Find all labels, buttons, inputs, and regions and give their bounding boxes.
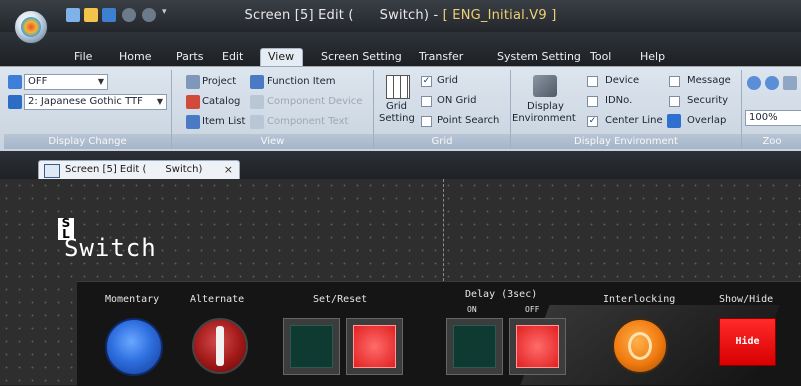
group-label-view: View [172, 134, 373, 149]
component-device-button[interactable]: Component Device [267, 96, 362, 107]
screen-title[interactable]: Switch [64, 234, 157, 262]
tab-transfer[interactable]: Transfer [419, 50, 463, 63]
zoom-out-icon[interactable] [765, 76, 779, 90]
group-display-environment: Display Environment Device IDNo. ✓ Cente… [511, 70, 742, 149]
label-delay-off: OFF [525, 305, 540, 314]
label-alternate: Alternate [190, 294, 245, 305]
project-button[interactable]: Project [202, 76, 236, 87]
point-search-checkbox[interactable] [421, 116, 432, 127]
point-search-label: Point Search [437, 115, 500, 126]
application-menu-button[interactable] [14, 10, 48, 44]
on-grid-checkbox[interactable] [421, 96, 432, 107]
grid-setting-icon [386, 75, 410, 99]
tab-home[interactable]: Home [119, 50, 151, 63]
selector-ring-icon [628, 332, 652, 360]
message-label: Message [687, 75, 731, 86]
group-label-display-environment: Display Environment [511, 134, 741, 149]
label-show-hide: Show/Hide [719, 294, 774, 305]
group-view: Project Catalog Item List Function Item … [172, 70, 374, 149]
window-title: Screen [5] Edit ( Switch) - [ ENG_Initia… [244, 8, 557, 23]
momentary-switch[interactable] [105, 318, 163, 376]
idno-checkbox[interactable] [587, 96, 598, 107]
screen-edit-icon [44, 164, 60, 178]
display-env-label-1[interactable]: Display [527, 101, 564, 112]
set-button[interactable] [283, 318, 340, 375]
tab-screen-setting[interactable]: Screen Setting [321, 50, 402, 63]
set-lamp [290, 325, 333, 368]
function-item-button[interactable]: Function Item [267, 76, 335, 87]
grid-setting-label-1[interactable]: Grid [386, 101, 407, 112]
font-combo[interactable]: 2: Japanese Gothic TTF ▼ [24, 94, 167, 110]
zoom-combo[interactable]: 100% [745, 110, 801, 126]
label-delay-on: ON [467, 305, 477, 314]
idno-label: IDNo. [605, 95, 633, 106]
group-zoom: 100% Zoo [742, 70, 801, 149]
security-label: Security [687, 95, 729, 106]
on-grid-label: ON Grid [437, 95, 477, 106]
project-icon [186, 75, 200, 89]
display-environment-icon [533, 75, 557, 97]
center-line-checkbox[interactable]: ✓ [587, 116, 598, 127]
label-momentary: Momentary [105, 294, 160, 305]
zoom-fit-icon[interactable] [783, 76, 797, 90]
label-set-reset: Set/Reset [313, 294, 368, 305]
overlap-button[interactable]: Overlap [687, 115, 726, 126]
grid-checkbox-label: Grid [437, 75, 458, 86]
function-item-icon [250, 75, 264, 89]
zoom-in-icon[interactable] [747, 76, 761, 90]
item-list-icon [186, 115, 200, 129]
delay-off-lamp [516, 325, 559, 368]
app-logo-icon [21, 17, 41, 37]
interlocking-switch[interactable] [612, 318, 668, 374]
tab-view[interactable]: View [268, 50, 294, 63]
component-device-icon [250, 95, 264, 109]
ribbon-tab-bar: File Home Parts Edit View Screen Setting… [0, 32, 801, 67]
catalog-button[interactable]: Catalog [202, 96, 240, 107]
display-state-icon [8, 75, 22, 89]
label-interlocking: Interlocking [603, 294, 676, 305]
hide-button[interactable]: Hide [719, 318, 776, 366]
message-checkbox[interactable] [669, 76, 680, 87]
document-tab-label: Screen [5] Edit ( Switch) [65, 164, 203, 175]
display-state-combo[interactable]: OFF ▼ [24, 74, 108, 90]
tab-tool[interactable]: Tool [590, 50, 611, 63]
label-delay: Delay (3sec) [465, 289, 538, 300]
component-text-icon [250, 115, 264, 129]
tab-system-setting[interactable]: System Setting [497, 50, 581, 63]
tab-help[interactable]: Help [640, 50, 665, 63]
font-icon [8, 95, 22, 109]
group-display-change: OFF ▼ 2: Japanese Gothic TTF ▼ Display Cha… [4, 70, 172, 149]
delay-off-button[interactable] [509, 318, 566, 375]
reset-button[interactable] [346, 318, 403, 375]
reset-lamp [353, 325, 396, 368]
title-bar: ▾ Screen [5] Edit ( Switch) - [ ENG_Init… [0, 0, 801, 32]
close-icon[interactable]: × [224, 163, 233, 176]
document-tab-strip: Screen [5] Edit ( Switch) × [0, 151, 801, 180]
device-label: Device [605, 75, 640, 86]
group-label-zoom: Zoo [742, 134, 801, 149]
delay-on-button[interactable] [446, 318, 503, 375]
ribbon: OFF ▼ 2: Japanese Gothic TTF ▼ Display Cha… [0, 66, 801, 152]
tab-edit[interactable]: Edit [222, 50, 243, 63]
grid-checkbox[interactable]: ✓ [421, 76, 432, 87]
group-label-grid: Grid [374, 134, 510, 149]
group-grid: Grid Setting ✓ Grid ON Grid Point Search… [374, 70, 511, 149]
overlap-icon [667, 114, 681, 128]
delay-on-lamp [453, 325, 496, 368]
tab-parts[interactable]: Parts [176, 50, 203, 63]
grid-setting-label-2[interactable]: Setting [379, 113, 415, 124]
security-checkbox[interactable] [669, 96, 680, 107]
catalog-icon [186, 95, 200, 109]
selector-handle-icon [216, 326, 224, 366]
document-tab[interactable]: Screen [5] Edit ( Switch) × [38, 160, 240, 180]
display-env-label-2[interactable]: Environment [512, 113, 576, 124]
tab-file[interactable]: File [74, 50, 92, 63]
item-list-button[interactable]: Item List [202, 116, 245, 127]
alternate-switch[interactable] [192, 318, 248, 374]
group-label-display-change: Display Change [4, 134, 171, 149]
center-line-label: Center Line [605, 115, 663, 126]
component-text-button[interactable]: Component Text [267, 116, 348, 127]
device-checkbox[interactable] [587, 76, 598, 87]
